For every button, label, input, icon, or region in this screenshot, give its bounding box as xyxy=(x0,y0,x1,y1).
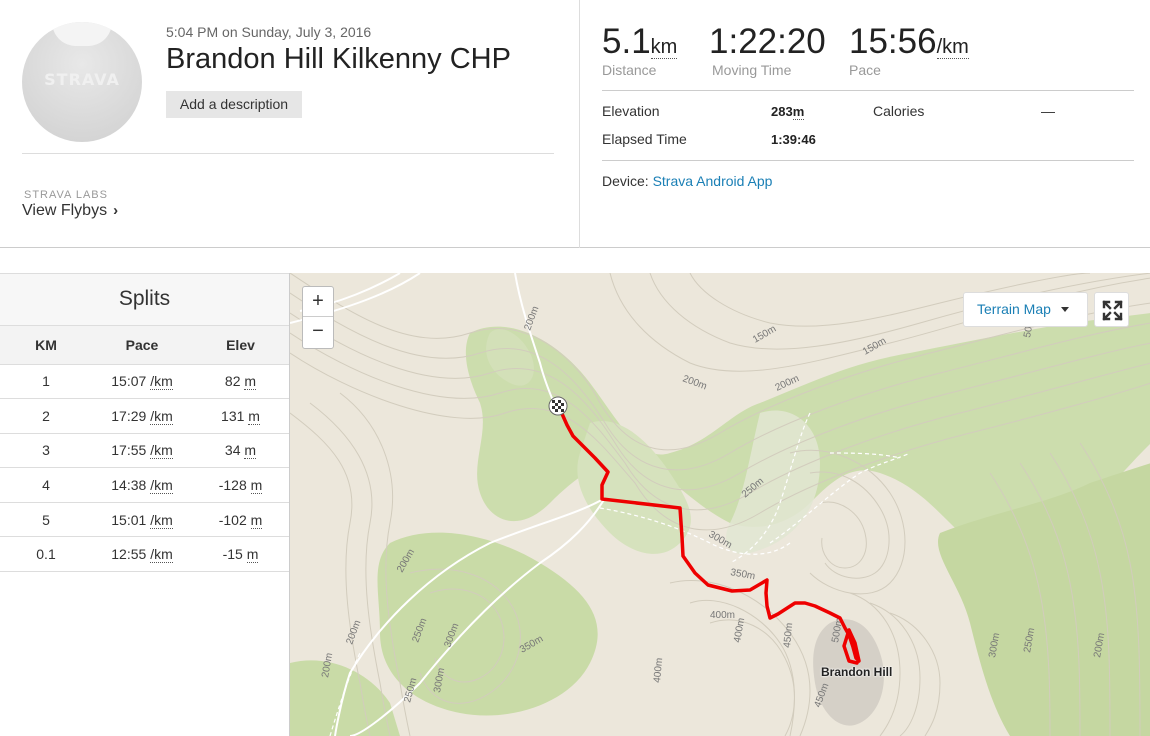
activity-title: Brandon Hill Kilkenny CHP xyxy=(166,43,511,75)
elev-unit: m xyxy=(250,511,263,529)
strava-labs-label: STRAVA LABS xyxy=(24,189,108,201)
split-km: 4 xyxy=(0,467,92,503)
caret-down-icon xyxy=(1061,307,1069,312)
pace-unit: /km xyxy=(150,442,173,460)
view-flybys-label: View Flybys xyxy=(22,202,108,219)
moving-time-value: 1:22:20 xyxy=(709,22,826,61)
split-km: 3 xyxy=(0,433,92,469)
split-km: 0.1 xyxy=(0,536,92,573)
pace-unit: /km xyxy=(150,407,173,425)
contour-label: 400m xyxy=(710,610,735,621)
split-elev: -15 m xyxy=(192,536,289,573)
elev-unit: m xyxy=(246,546,259,564)
zoom-controls: + − xyxy=(302,286,334,349)
split-elev: 34 m xyxy=(192,433,289,469)
split-pace: 14:38 /km xyxy=(92,467,192,503)
device-info: Device: Strava Android App xyxy=(602,173,773,189)
distance-label: Distance xyxy=(602,62,657,78)
terrain-map-canvas[interactable]: 200m150m200m150m200m250m300m350m400m200m… xyxy=(290,273,1150,736)
splits-header-row: KM Pace Elev xyxy=(0,326,289,365)
split-elev: 131 m xyxy=(192,398,289,434)
fullscreen-button[interactable] xyxy=(1094,292,1129,327)
split-row: 4 14:38 /km -128 m xyxy=(0,467,289,503)
column-header-elev: Elev xyxy=(192,326,289,365)
activity-datetime: 5:04 PM on Sunday, July 3, 2016 xyxy=(166,24,372,40)
add-description-button[interactable]: Add a description xyxy=(166,91,302,118)
split-pace: 15:01 /km xyxy=(92,502,192,538)
calories-value: — xyxy=(1041,103,1055,119)
chevron-right-icon: › xyxy=(113,202,119,219)
pace-unit: /km xyxy=(150,477,173,495)
split-km: 1 xyxy=(0,364,92,400)
elevation-value: 283m xyxy=(771,104,805,120)
distance-unit: km xyxy=(650,36,678,59)
stats-divider-bottom xyxy=(602,160,1134,161)
elev-unit: m xyxy=(244,373,257,391)
splits-table: KM Pace Elev 1 15:07 /km 82 m 2 17:29 /km 131… xyxy=(0,326,289,573)
split-elev: -128 m xyxy=(192,467,289,503)
athlete-avatar[interactable]: STRAVA xyxy=(22,22,142,142)
header-vertical-divider xyxy=(579,0,580,248)
pace-unit: /km xyxy=(936,36,969,59)
split-pace: 12:55 /km xyxy=(92,536,192,573)
start-flag-icon xyxy=(548,396,568,416)
contour-label: 450m xyxy=(782,622,795,648)
avatar-collar xyxy=(52,22,112,46)
distance-value: 5.1 xyxy=(602,22,651,61)
view-flybys-link[interactable]: View Flybys › xyxy=(22,202,118,220)
splits-body: 1 15:07 /km 82 m 2 17:29 /km 131 m 3 17:55 /km 3… xyxy=(0,364,289,573)
pace-value: 15:56 xyxy=(849,22,937,61)
header-divider xyxy=(22,153,554,154)
split-pace: 17:29 /km xyxy=(92,398,192,434)
elevation-label: Elevation xyxy=(602,103,660,119)
zoom-out-button[interactable]: − xyxy=(303,317,333,347)
activity-header: STRAVA 5:04 PM on Sunday, July 3, 2016 B… xyxy=(0,0,1150,248)
split-elev: 82 m xyxy=(192,364,289,400)
splits-title: Splits xyxy=(0,274,289,326)
elev-unit: m xyxy=(248,407,260,425)
stat-pace: 15:56/km Pace xyxy=(849,22,969,78)
column-header-km: KM xyxy=(0,326,92,365)
column-header-pace: Pace xyxy=(92,326,192,365)
moving-time-label: Moving Time xyxy=(712,62,792,78)
elapsed-time-label: Elapsed Time xyxy=(602,131,687,147)
split-row: 5 15:01 /km -102 m xyxy=(0,502,289,538)
split-pace: 15:07 /km xyxy=(92,364,192,400)
split-row: 0.1 12:55 /km -15 m xyxy=(0,536,289,573)
split-row: 1 15:07 /km 82 m xyxy=(0,364,289,400)
split-pace: 17:55 /km xyxy=(92,433,192,469)
stats-divider-top xyxy=(602,90,1134,91)
contour-label: 400m xyxy=(652,657,665,683)
elev-unit: m xyxy=(244,442,257,460)
stat-moving-time: 1:22:20 Moving Time xyxy=(709,22,826,78)
pace-unit: /km xyxy=(150,546,173,564)
split-km: 5 xyxy=(0,502,92,538)
split-row: 2 17:29 /km 131 m xyxy=(0,398,289,434)
avatar-brand: STRAVA xyxy=(44,70,120,89)
map-type-label: Terrain Map xyxy=(977,301,1051,317)
map-type-dropdown[interactable]: Terrain Map xyxy=(963,292,1088,327)
elapsed-time-value: 1:39:46 xyxy=(771,132,816,147)
stat-distance: 5.1km Distance xyxy=(602,22,678,78)
route-map[interactable]: 200m 150m 200m 150m 200m 250m 300m 350m 400m 200m… xyxy=(289,273,1150,736)
device-link[interactable]: Strava Android App xyxy=(653,173,773,189)
elev-unit: m xyxy=(250,477,263,495)
pace-label: Pace xyxy=(849,62,881,78)
split-km: 2 xyxy=(0,398,92,434)
peak-label: Brandon Hill xyxy=(821,665,893,679)
zoom-in-button[interactable]: + xyxy=(303,287,333,317)
pace-unit: /km xyxy=(150,373,173,391)
split-row: 3 17:55 /km 34 m xyxy=(0,433,289,469)
split-elev: -102 m xyxy=(192,502,289,538)
expand-icon xyxy=(1102,300,1123,321)
splits-panel: Splits KM Pace Elev 1 15:07 /km 82 m 2 17:29… xyxy=(0,273,289,736)
pace-unit: /km xyxy=(150,511,173,529)
calories-label: Calories xyxy=(873,103,925,119)
